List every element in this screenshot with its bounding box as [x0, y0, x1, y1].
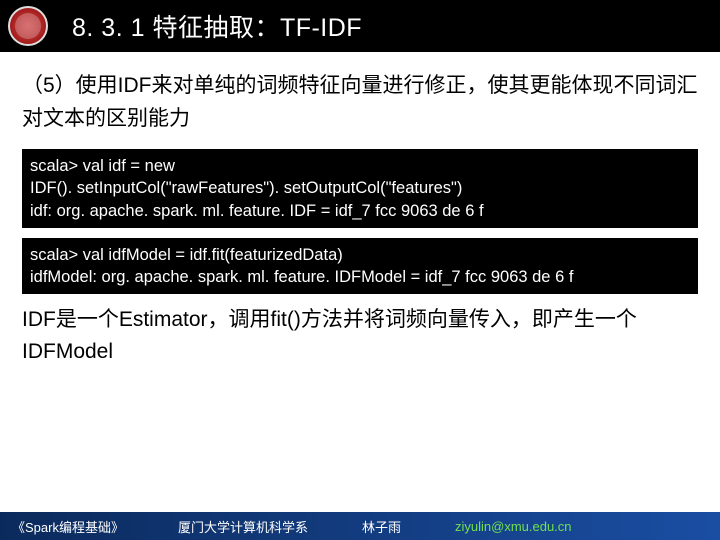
- slide-header: 8. 3. 1 特征抽取：TF-IDF: [0, 0, 720, 52]
- university-logo: [8, 6, 48, 46]
- slide-content: （5）使用IDF来对单纯的词频特征向量进行修正，使其更能体现不同词汇对文本的区别…: [0, 52, 720, 367]
- code-block-1: scala> val idf = new IDF(). setInputCol(…: [22, 149, 698, 228]
- footer-dept: 厦门大学计算机科学系: [178, 517, 308, 536]
- footer-email: ziyulin@xmu.edu.cn: [455, 519, 572, 534]
- code-block-2: scala> val idfModel = idf.fit(featurized…: [22, 238, 698, 295]
- slide-title: 8. 3. 1 特征抽取：TF-IDF: [72, 8, 362, 44]
- footer-author: 林子雨: [362, 517, 401, 536]
- logo-inner: [15, 13, 41, 39]
- footer-book: 《Spark编程基础》: [12, 517, 124, 536]
- intro-text: （5）使用IDF来对单纯的词频特征向量进行修正，使其更能体现不同词汇对文本的区别…: [22, 70, 698, 135]
- explanation-text: IDF是一个Estimator，调用fit()方法并将词频向量传入，即产生一个I…: [22, 304, 698, 367]
- slide-footer: 《Spark编程基础》 厦门大学计算机科学系 林子雨 ziyulin@xmu.e…: [0, 512, 720, 540]
